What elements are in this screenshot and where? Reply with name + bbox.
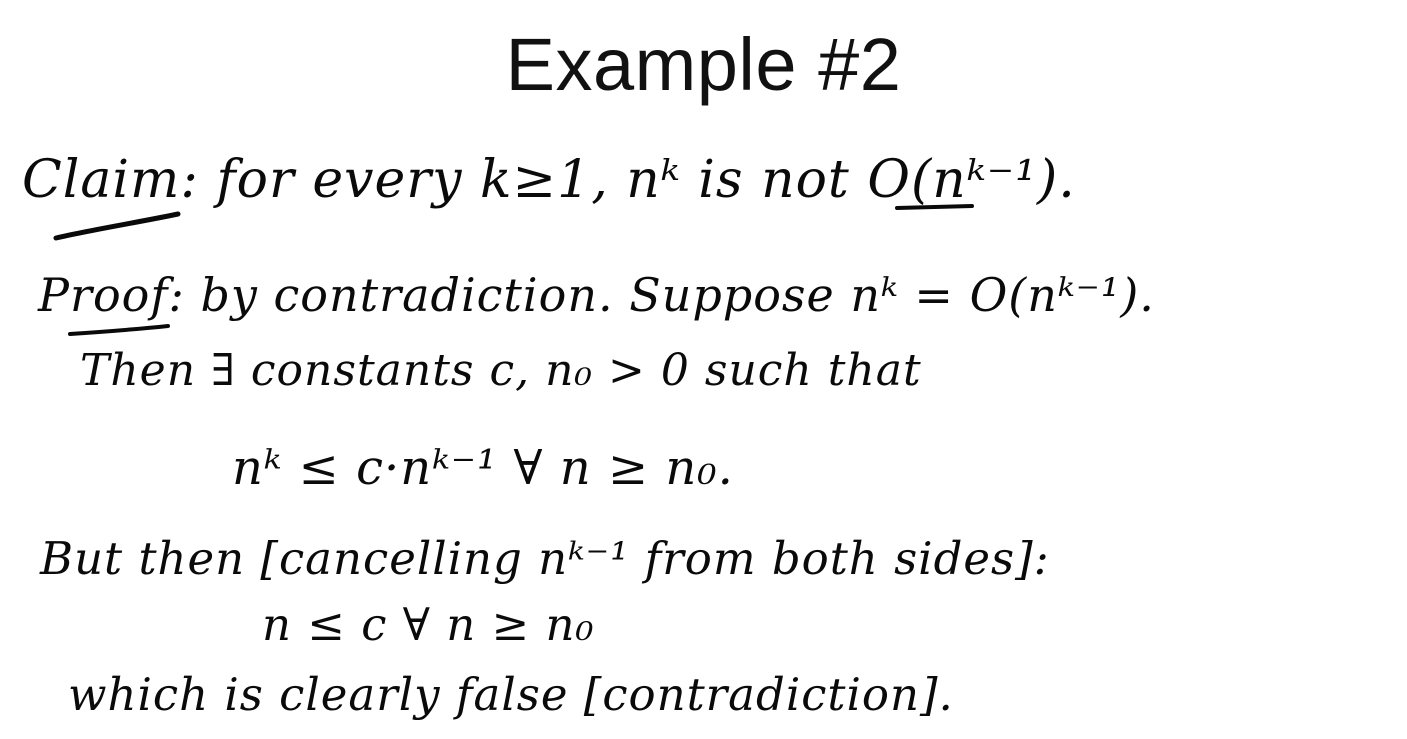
inequality-1: nᵏ ≤ c·nᵏ⁻¹ ∀ n ≥ n₀. — [232, 440, 734, 496]
then-line: Then ∃ constants c, n₀ > 0 such that — [80, 345, 922, 396]
but-then-line: But then [cancelling nᵏ⁻¹ from both side… — [40, 532, 1050, 585]
slide-title: Example #2 — [505, 23, 902, 106]
proof-line: Proof: by contradiction. Suppose nᵏ = O(… — [38, 268, 1155, 322]
which-line: which is clearly false [contradiction]. — [68, 668, 954, 721]
claim-line: Claim: for every k≥1, nᵏ is not O(nᵏ⁻¹). — [22, 150, 1076, 210]
inequality-2: n ≤ c ∀ n ≥ n₀ — [262, 598, 595, 651]
slide: Example #2 Claim: for every k≥1, nᵏ is n… — [0, 0, 1407, 739]
